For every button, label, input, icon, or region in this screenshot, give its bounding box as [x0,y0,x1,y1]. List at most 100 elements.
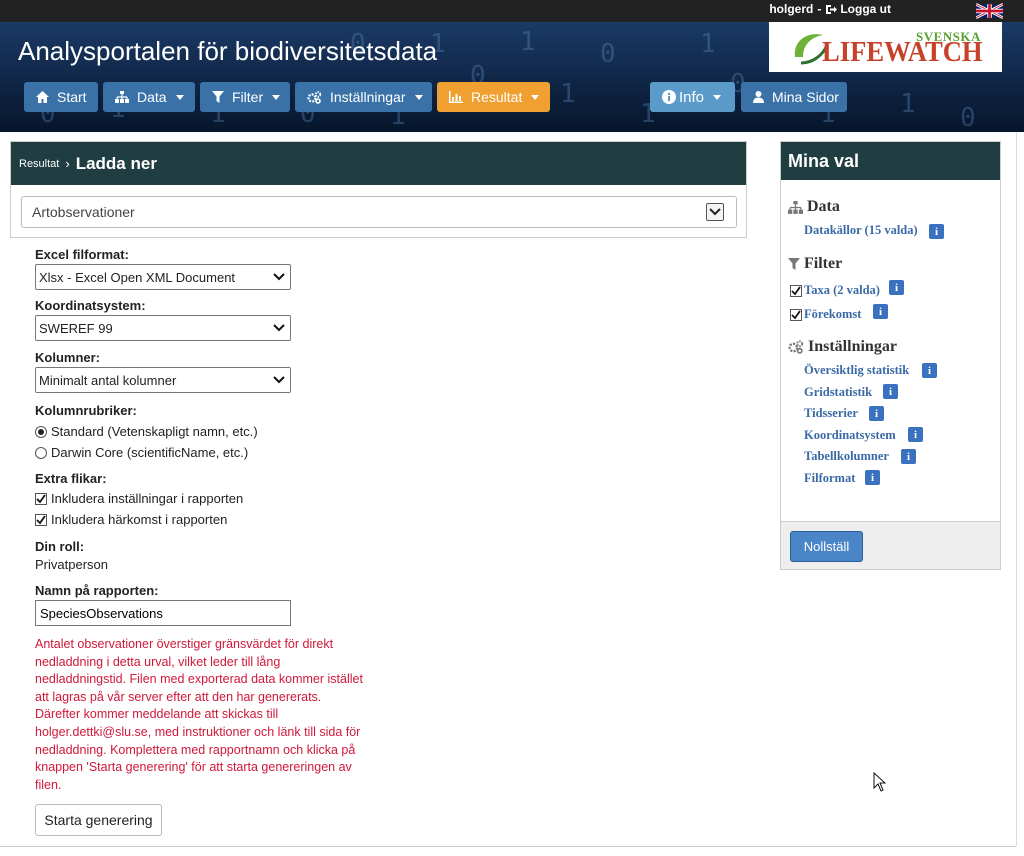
nav-my-pages-label: Mina Sidor [772,89,839,105]
settings-item-grid-statistics[interactable]: Gridstatistik [804,385,872,400]
info-icon[interactable]: i [889,280,904,295]
nav-start-label: Start [57,89,87,105]
nav-results-label: Resultat [471,89,523,105]
bottom-divider [0,846,1016,847]
filter-icon [212,91,224,103]
radio-darwin-core[interactable] [35,446,47,459]
nav-filter-label: Filter [232,89,264,105]
include-provenance-label: Inkludera härkomst i rapporten [51,512,228,527]
nav-data-button[interactable]: Data [103,82,195,112]
taxa-filter-item[interactable]: Taxa (2 valda) [790,283,880,298]
logo-line2: LIFEWATCH [822,37,983,68]
settings-item-coordinate-system[interactable]: Koordinatsystem [804,428,896,443]
column-headers-option[interactable]: Standard (Vetenskapligt namn, etc.) [35,424,258,439]
my-choices-panel: Mina val Data Datakällor (15 valda) i Fi… [780,141,1001,570]
check-icon [791,285,801,295]
nav-info-label: Info [679,88,705,106]
username: holgerd [769,2,814,16]
radio-standard-label: Standard (Vetenskapligt namn, etc.) [51,424,258,439]
breadcrumb-separator: › [65,156,70,171]
settings-item-file-format[interactable]: Filformat [804,471,855,486]
info-icon[interactable]: i [865,470,880,485]
chevron-down-icon [273,273,285,281]
settings-section-label: Inställningar [808,338,897,355]
info-icon[interactable]: i [869,406,884,421]
svg-text:0: 0 [960,103,976,132]
logout-label: Logga ut [840,2,891,16]
taxa-checkbox[interactable] [790,284,802,297]
nav-results-button[interactable]: Resultat [437,82,550,112]
data-section-heading: Data [788,198,840,216]
breadcrumb-parent[interactable]: Resultat [19,158,59,170]
start-generation-button[interactable]: Starta generering [35,804,162,836]
check-icon [36,493,46,503]
nav-info-button[interactable]: Info [650,82,735,112]
info-icon[interactable]: i [929,224,944,239]
svg-text:1: 1 [900,89,916,119]
chevron-down-icon [273,324,285,332]
column-headers-option[interactable]: Darwin Core (scientificName, etc.) [35,445,248,460]
excel-format-select[interactable]: Xlsx - Excel Open XML Document [35,264,291,290]
filter-section-heading: Filter [788,255,842,273]
nav-start-button[interactable]: Start [24,82,98,112]
coordinate-system-label: Koordinatsystem: [35,298,146,313]
data-sources-label: Datakällor (15 valda) [804,223,918,237]
sitemap-icon [115,91,129,103]
cogs-icon [788,340,804,354]
nav-my-pages-button[interactable]: Mina Sidor [741,82,847,112]
include-settings-label: Inkludera inställningar i rapporten [51,491,244,506]
user-box: holgerd - Logga ut [769,2,891,16]
taxa-label[interactable]: Taxa (2 valda) [804,283,880,298]
top-bar: holgerd - Logga ut [0,0,1024,22]
svg-text:0: 0 [600,39,616,69]
category-select[interactable]: Artobservationer [21,196,737,228]
info-icon[interactable]: i [908,427,923,442]
caret-down-icon [531,94,540,100]
my-choices-title: Mina val [781,142,1000,180]
chevron-down-icon [273,376,285,384]
chevron-down-icon[interactable] [706,203,724,221]
occurrence-filter-item[interactable]: Förekomst [790,307,861,322]
cogs-icon [307,90,322,104]
info-icon[interactable]: i [873,304,888,319]
breadcrumb: Resultat › Ladda ner [11,142,746,185]
reset-button[interactable]: Nollställ [790,531,863,562]
radio-standard[interactable] [35,425,47,438]
mouse-cursor-icon [873,772,887,792]
lifewatch-logo[interactable]: SVENSKA LIFEWATCH [769,22,1002,72]
nav-data-label: Data [137,89,167,105]
page-divider [1016,132,1017,846]
settings-item-table-columns[interactable]: Tabellkolumner [804,449,889,464]
caret-down-icon [175,94,184,100]
nav-settings-label: Inställningar [330,89,406,105]
excel-format-label: Excel filformat: [35,247,129,262]
settings-item-overview-statistics[interactable]: Översiktlig statistik [804,363,909,378]
columns-select[interactable]: Minimalt antal kolumner [35,367,291,393]
site-title[interactable]: Analysportalen för biodiversitetsdata [18,36,437,67]
report-name-label: Namn på rapporten: [35,583,159,598]
nav-settings-button[interactable]: Inställningar [295,82,432,112]
extra-tabs-label: Extra flikar: [35,471,107,486]
extra-tab-option[interactable]: Inkludera inställningar i rapporten [35,491,243,506]
data-sources-link[interactable]: Datakällor (15 valda) [804,223,918,238]
logout-link[interactable]: Logga ut [825,2,891,16]
coordinate-system-select[interactable]: SWEREF 99 [35,315,291,341]
check-icon [791,309,801,319]
user-icon [753,91,764,103]
info-icon[interactable]: i [883,384,898,399]
uk-flag-icon[interactable] [976,3,1003,19]
nav-filter-button[interactable]: Filter [200,82,290,112]
filter-section-label: Filter [804,255,843,272]
report-name-input[interactable] [35,600,291,626]
caret-down-icon [414,94,423,100]
data-section-label: Data [807,198,840,215]
include-settings-checkbox[interactable] [35,492,47,505]
extra-tab-option[interactable]: Inkludera härkomst i rapporten [35,512,227,527]
occurrence-label[interactable]: Förekomst [804,307,861,322]
include-provenance-checkbox[interactable] [35,513,47,526]
info-icon[interactable]: i [901,449,916,464]
info-icon[interactable]: i [922,363,937,378]
settings-item-time-series[interactable]: Tidsserier [804,406,858,421]
bar-chart-icon [449,91,463,103]
occurrence-checkbox[interactable] [790,308,802,321]
